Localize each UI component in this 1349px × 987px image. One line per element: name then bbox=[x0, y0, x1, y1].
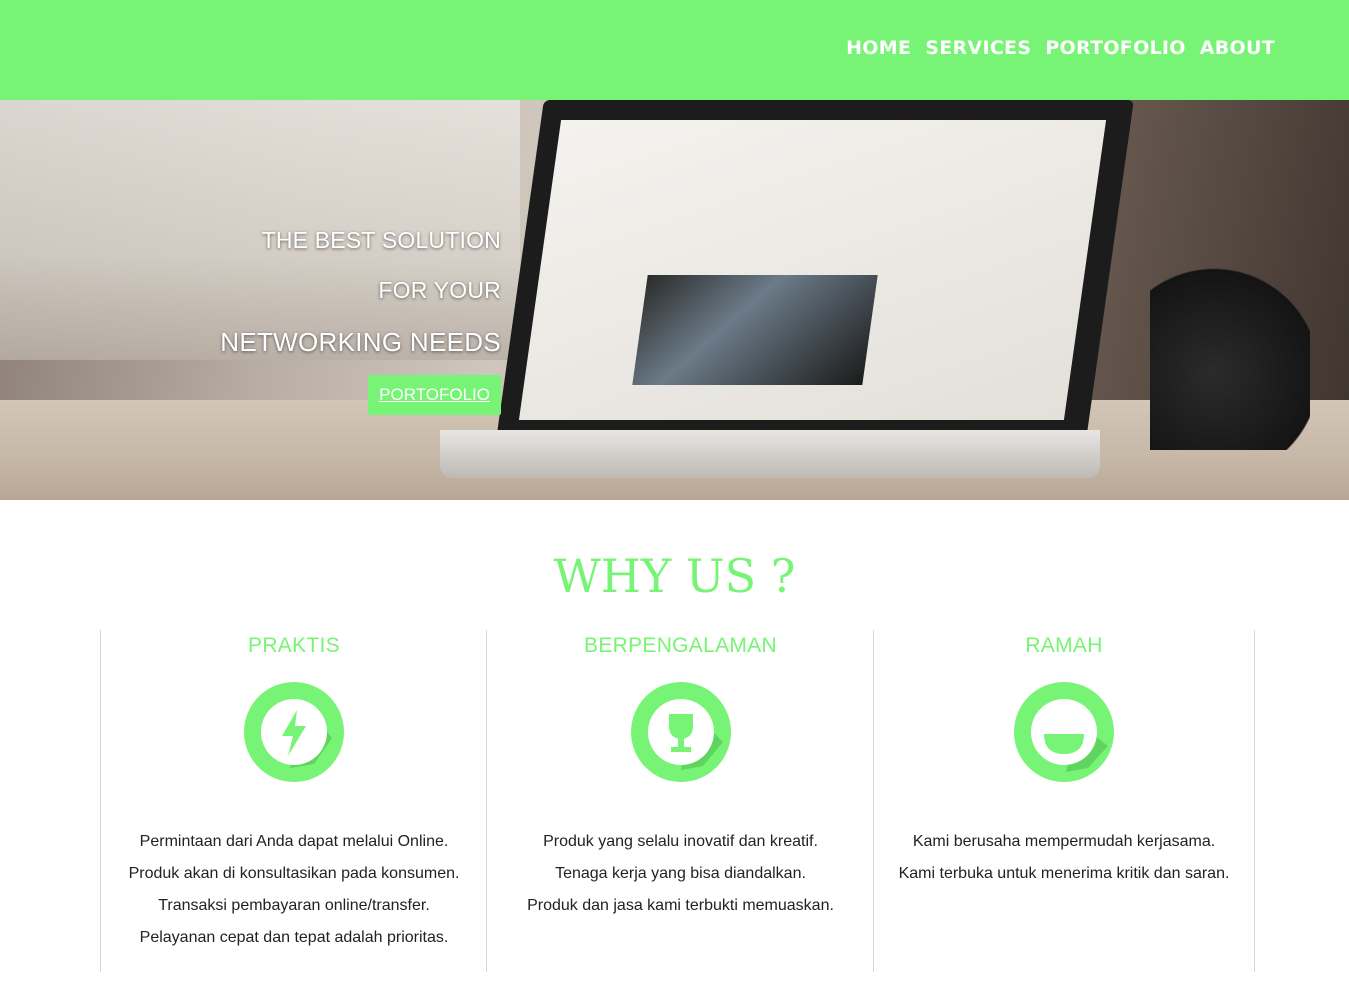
feature-description: Produk yang selalu inovatif dan kreatif.… bbox=[487, 826, 874, 922]
feature-line: Transaksi pembayaran online/transfer. bbox=[158, 897, 430, 914]
hero-banner: THE BEST SOLUTION FOR YOUR NETWORKING NE… bbox=[0, 100, 1349, 500]
feature-line: Produk dan jasa kami terbukti memuaskan. bbox=[527, 897, 834, 914]
why-us-title: WHY US ? bbox=[553, 549, 796, 603]
hero-line-3: NETWORKING NEEDS bbox=[220, 327, 501, 357]
feature-column-berpengalaman: BERPENGALAMAN Produk yang selalu inovati… bbox=[486, 630, 874, 972]
feature-column-ramah: RAMAH Kami berusaha mempermudah kerjasam… bbox=[873, 630, 1255, 972]
feature-line: Pelayanan cepat dan tepat adalah priorit… bbox=[139, 929, 449, 946]
feature-line: Tenaga kerja yang bisa diandalkan. bbox=[555, 865, 806, 882]
lightning-icon bbox=[244, 682, 344, 782]
hero-portofolio-button[interactable]: PORTOFOLIO bbox=[368, 375, 501, 415]
hero-headline: THE BEST SOLUTION FOR YOUR NETWORKING NE… bbox=[220, 225, 501, 415]
nav-home-link[interactable]: HOME bbox=[846, 34, 911, 62]
feature-description: Kami berusaha mempermudah kerjasama. Kam… bbox=[874, 826, 1254, 890]
hero-laptop-photo bbox=[632, 275, 878, 385]
trophy-icon bbox=[630, 682, 731, 782]
hero-camera-image bbox=[1150, 260, 1310, 450]
nav-about-link[interactable]: ABOUT bbox=[1200, 34, 1275, 62]
hero-line-1: THE BEST SOLUTION bbox=[261, 227, 501, 253]
feature-line: Produk yang selalu inovatif dan kreatif. bbox=[543, 833, 818, 850]
nav-services-link[interactable]: SERVICES bbox=[925, 34, 1031, 62]
nav-portofolio-link[interactable]: PORTOFOLIO bbox=[1045, 34, 1185, 62]
feature-line: Permintaan dari Anda dapat melalui Onlin… bbox=[139, 833, 449, 850]
smile-icon bbox=[1014, 682, 1114, 782]
header-bar: HOME SERVICES PORTOFOLIO ABOUT bbox=[0, 0, 1349, 100]
feature-title: RAMAH bbox=[1025, 634, 1103, 657]
feature-line: Kami terbuka untuk menerima kritik dan s… bbox=[898, 865, 1230, 882]
feature-column-praktis: PRAKTIS Permintaan dari Anda dapat melal… bbox=[100, 630, 487, 972]
hero-laptop-base bbox=[440, 430, 1100, 478]
feature-line: Kami berusaha mempermudah kerjasama. bbox=[912, 833, 1216, 850]
feature-title: PRAKTIS bbox=[248, 634, 340, 657]
feature-line: Produk akan di konsultasikan pada konsum… bbox=[128, 865, 460, 882]
main-nav: HOME SERVICES PORTOFOLIO ABOUT bbox=[846, 34, 1275, 62]
feature-description: Permintaan dari Anda dapat melalui Onlin… bbox=[101, 826, 487, 954]
hero-line-2: FOR YOUR bbox=[378, 277, 501, 303]
feature-title: BERPENGALAMAN bbox=[584, 634, 777, 657]
